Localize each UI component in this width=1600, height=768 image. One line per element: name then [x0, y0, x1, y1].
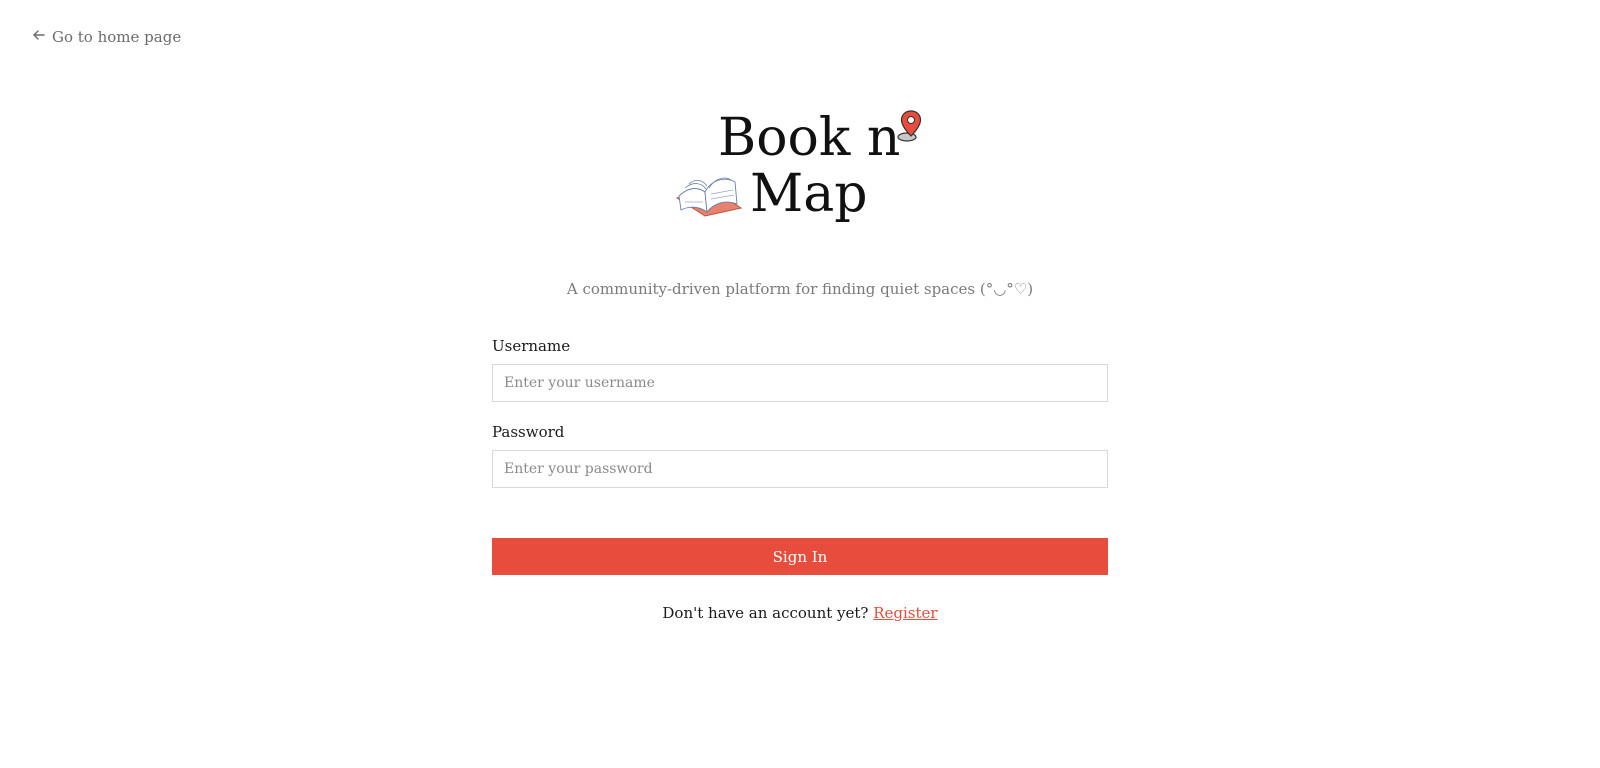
username-input[interactable]: [492, 364, 1108, 402]
logo-text-line1: Book n: [718, 108, 901, 168]
password-label: Password: [492, 423, 565, 441]
username-label: Username: [492, 337, 571, 355]
open-book-icon: [675, 177, 743, 217]
register-link[interactable]: Register: [873, 604, 937, 622]
password-input[interactable]: [492, 450, 1108, 488]
back-to-home-link[interactable]: Go to home page: [32, 28, 181, 46]
tagline: A community-driven platform for finding …: [566, 280, 1034, 298]
sign-in-button[interactable]: Sign In: [492, 538, 1108, 575]
username-field-group: Username: [492, 336, 1108, 402]
register-prompt: Don't have an account yet? Register: [0, 604, 1600, 622]
map-pin-icon: [897, 110, 922, 142]
login-form: Username Password Sign In: [492, 336, 1108, 575]
login-page: Go to home page Book n Map A community-d…: [0, 0, 1600, 768]
logo-text-line2: Map: [750, 164, 868, 224]
register-prompt-text: Don't have an account yet?: [662, 604, 869, 622]
app-logo: Book n Map: [675, 108, 935, 233]
password-field-group: Password: [492, 422, 1108, 488]
back-link-label: Go to home page: [52, 28, 182, 46]
arrow-left-icon: [32, 28, 46, 46]
